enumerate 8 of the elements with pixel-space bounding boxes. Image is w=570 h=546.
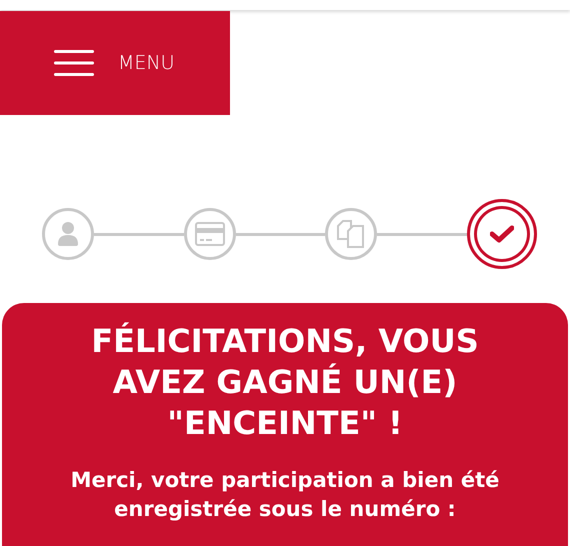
congratulations-heading: FÉLICITATIONS, VOUS AVEZ GAGNÉ UN(E) "ENCEINTE" ! <box>90 321 480 444</box>
credit-card-icon <box>194 222 225 246</box>
checkmark-icon <box>490 225 514 243</box>
menu-icon <box>54 50 94 76</box>
menu-button[interactable]: MENU <box>0 11 230 115</box>
person-icon <box>58 222 78 246</box>
documents-icon <box>337 220 366 248</box>
confirmation-message: Merci, votre participation a bien été enregistrée sous le numéro : <box>70 467 500 523</box>
